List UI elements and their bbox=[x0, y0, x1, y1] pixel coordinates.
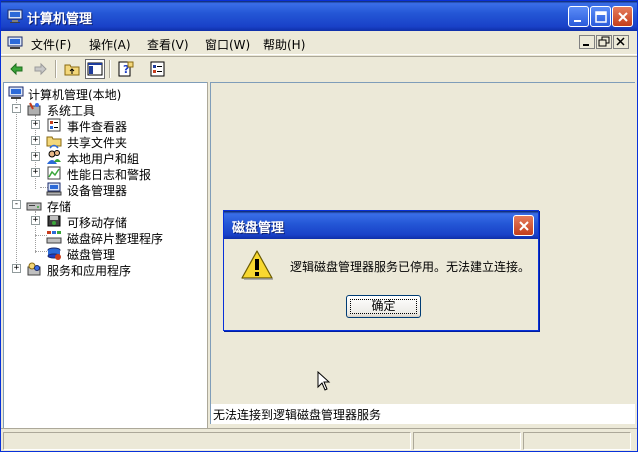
minimize-icon bbox=[574, 20, 581, 22]
system-tools-icon bbox=[27, 102, 41, 116]
window-title: 计算机管理 bbox=[27, 12, 93, 27]
mouse-cursor-icon bbox=[317, 371, 331, 391]
properties-icon bbox=[150, 61, 165, 77]
menu-file[interactable]: 文件(F) bbox=[31, 36, 71, 53]
tree-item-removable-storage[interactable]: + 可移动存储 bbox=[4, 213, 194, 230]
dialog-body: 逻辑磁盘管理器服务已停用。无法建立连接。 确定 bbox=[227, 239, 535, 327]
dialog-title-bar[interactable]: 磁盘管理 bbox=[224, 211, 538, 239]
device-manager-icon bbox=[46, 182, 62, 196]
title-bar[interactable]: 计算机管理 bbox=[1, 1, 637, 31]
status-cell bbox=[3, 432, 411, 450]
back-button[interactable] bbox=[7, 59, 27, 79]
close-icon bbox=[519, 221, 529, 231]
dialog-title: 磁盘管理 bbox=[232, 221, 285, 236]
tree-item-device-manager[interactable]: 设备管理器 bbox=[4, 181, 194, 198]
expand-toggle[interactable]: + bbox=[12, 264, 21, 273]
console-tree[interactable]: 计算机管理(本地) - 系统工具 + 事件查看器 + 共享文件夹 + 本地用户和… bbox=[3, 82, 207, 428]
tree-item-label: 服务和应用程序 bbox=[47, 264, 132, 278]
maximize-icon bbox=[595, 11, 607, 23]
forward-button[interactable] bbox=[30, 59, 50, 79]
tree-item-disk-defragmenter[interactable]: 磁盘碎片整理程序 bbox=[4, 229, 194, 246]
up-level-button[interactable] bbox=[62, 59, 82, 79]
event-viewer-icon bbox=[47, 118, 61, 132]
mdi-restore-button[interactable] bbox=[596, 35, 612, 49]
tree-item-storage[interactable]: - 存储 bbox=[4, 197, 194, 214]
tree-item-root[interactable]: 计算机管理(本地) bbox=[6, 85, 196, 102]
up-folder-icon bbox=[64, 64, 80, 76]
warning-icon bbox=[241, 250, 273, 280]
services-applications-icon bbox=[27, 262, 41, 276]
tree-item-performance-logs[interactable]: + 性能日志和警报 bbox=[4, 165, 194, 182]
storage-icon bbox=[26, 202, 42, 211]
ok-button-label: 确定 bbox=[371, 299, 396, 313]
shared-folder-icon bbox=[46, 136, 62, 149]
menu-action[interactable]: 操作(A) bbox=[89, 36, 131, 53]
close-button[interactable] bbox=[612, 6, 633, 27]
collapse-toggle[interactable]: - bbox=[12, 200, 21, 209]
minimize-icon bbox=[583, 44, 589, 46]
computer-management-icon bbox=[8, 86, 24, 99]
dialog-close-button[interactable] bbox=[513, 215, 534, 236]
expand-toggle[interactable]: + bbox=[31, 168, 40, 177]
expand-toggle[interactable]: + bbox=[31, 120, 40, 129]
show-hide-tree-icon bbox=[87, 62, 103, 76]
restore-icon bbox=[598, 36, 610, 47]
close-icon bbox=[616, 37, 625, 46]
expand-toggle[interactable]: + bbox=[31, 152, 40, 161]
computer-management-icon bbox=[7, 9, 23, 23]
dialog-message: 逻辑磁盘管理器服务已停用。无法建立连接。 bbox=[290, 260, 531, 274]
mdi-minimize-button[interactable] bbox=[579, 35, 595, 49]
tree-item-shared-folders[interactable]: + 共享文件夹 bbox=[4, 133, 194, 150]
removable-storage-icon bbox=[47, 215, 61, 227]
disk-defragmenter-icon bbox=[46, 231, 62, 244]
toolbar-separator bbox=[55, 60, 57, 78]
menu-view[interactable]: 查看(V) bbox=[147, 36, 189, 53]
tree-item-local-users-groups[interactable]: + 本地用户和組 bbox=[4, 149, 194, 166]
back-arrow-icon bbox=[10, 62, 23, 76]
menu-bar: 文件(F) 操作(A) 查看(V) 窗口(W) 帮助(H) bbox=[1, 31, 637, 55]
disk-management-icon bbox=[47, 247, 61, 260]
mmc-console-icon[interactable] bbox=[7, 35, 23, 51]
performance-logs-icon bbox=[47, 166, 61, 180]
tree-item-event-viewer[interactable]: + 事件查看器 bbox=[4, 117, 194, 134]
tree-item-disk-management[interactable]: 磁盘管理 bbox=[4, 245, 194, 262]
maximize-button[interactable] bbox=[590, 6, 611, 27]
toolbar: ? bbox=[1, 56, 637, 81]
help-icon: ? bbox=[118, 61, 134, 77]
status-cell bbox=[413, 432, 521, 450]
show-hide-tree-button[interactable] bbox=[85, 59, 105, 79]
close-icon bbox=[618, 12, 628, 22]
expand-toggle[interactable]: + bbox=[31, 136, 40, 145]
details-info-bar: 无法连接到逻辑磁盘管理器服务 bbox=[210, 404, 635, 424]
menu-window[interactable]: 窗口(W) bbox=[205, 36, 250, 53]
minimize-button[interactable] bbox=[568, 6, 589, 27]
collapse-toggle[interactable]: - bbox=[12, 104, 21, 113]
forward-arrow-icon bbox=[34, 62, 47, 76]
tree-item-services-applications[interactable]: + 服务和应用程序 bbox=[4, 261, 194, 278]
status-bar bbox=[1, 428, 637, 451]
disk-management-dialog: 磁盘管理 逻辑磁盘管理器服务已停用。无法建立连接。 确定 bbox=[223, 210, 539, 331]
users-icon bbox=[47, 150, 61, 164]
help-button[interactable]: ? bbox=[116, 59, 136, 79]
computer-management-window: 计算机管理 文件(F) 操作(A) 查看(V) 窗口(W) 帮助(H) ? 计算… bbox=[0, 0, 638, 452]
tree-item-system-tools[interactable]: - 系统工具 bbox=[4, 101, 194, 118]
info-text: 无法连接到逻辑磁盘管理器服务 bbox=[213, 408, 382, 422]
properties-button[interactable] bbox=[148, 59, 168, 79]
menu-help[interactable]: 帮助(H) bbox=[263, 36, 305, 53]
mdi-close-button[interactable] bbox=[613, 35, 629, 49]
status-cell bbox=[523, 432, 631, 450]
toolbar-separator bbox=[109, 60, 111, 78]
expand-toggle[interactable]: + bbox=[31, 216, 40, 225]
ok-button[interactable]: 确定 bbox=[346, 295, 421, 318]
